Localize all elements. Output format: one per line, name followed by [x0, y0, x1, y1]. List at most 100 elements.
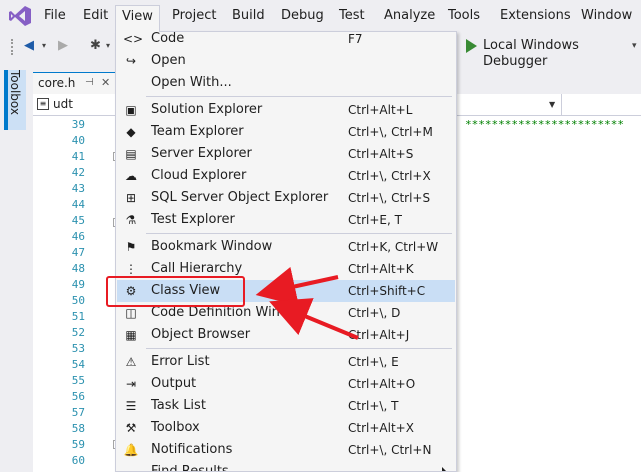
- task-list-icon: ☰: [125, 399, 137, 413]
- menu-item-label: SQL Server Object Explorer: [151, 190, 329, 205]
- menu-extensions[interactable]: Extensions: [500, 7, 571, 27]
- menu-item-sql-server-object-explorer[interactable]: ⊞ SQL Server Object Explorer Ctrl+\, Ctrl+…: [117, 187, 455, 209]
- line-number: 59: [71, 438, 85, 451]
- menu-item-open-with[interactable]: Open With...: [117, 72, 455, 94]
- scope-dropdown[interactable]: udt: [53, 97, 73, 111]
- line-number: 48: [71, 262, 85, 275]
- menu-item-output[interactable]: ⇥ Output Ctrl+Alt+O: [117, 373, 455, 395]
- comment-banner: ************************: [465, 118, 624, 131]
- debugger-dropdown-icon[interactable]: ▾: [632, 41, 637, 51]
- document-tab-label[interactable]: core.h: [38, 76, 75, 90]
- menu-item-shortcut: Ctrl+\, T: [348, 399, 399, 413]
- menu-bar: File Edit View Project Build Debug Test …: [0, 0, 641, 32]
- menu-item-label: Open With...: [151, 75, 232, 90]
- back-dropdown-icon[interactable]: ▾: [42, 37, 46, 55]
- new-item-dropdown-icon[interactable]: ▾: [106, 37, 110, 55]
- object-browser-icon: ▦: [125, 328, 137, 342]
- line-number: 46: [71, 230, 85, 243]
- line-number: 57: [71, 406, 85, 419]
- line-number: 56: [71, 390, 85, 403]
- menu-item-shortcut: Ctrl+Alt+S: [348, 147, 414, 161]
- line-number: 50: [71, 294, 85, 307]
- menu-item-shortcut: Ctrl+Alt+L: [348, 103, 413, 117]
- menu-item-label: Cloud Explorer: [151, 168, 247, 183]
- view-menu-dropdown: <> Code F7 ↪ Open Open With... ▣ Solution Explo…: [115, 31, 457, 472]
- back-icon[interactable]: ◀: [24, 37, 34, 55]
- menu-item-solution-explorer[interactable]: ▣ Solution Explorer Ctrl+Alt+L: [117, 99, 455, 121]
- menu-view[interactable]: View: [115, 5, 160, 32]
- menu-item-cloud-explorer[interactable]: ☁ Cloud Explorer Ctrl+\, Ctrl+X: [117, 165, 455, 187]
- close-icon[interactable]: ✕: [101, 76, 110, 89]
- menu-separator: [146, 348, 452, 349]
- menu-analyze[interactable]: Analyze: [384, 7, 435, 27]
- line-number: 47: [71, 246, 85, 259]
- line-number: 51: [71, 310, 85, 323]
- start-debugging-button[interactable]: Local Windows Debugger: [483, 38, 641, 70]
- menu-item-label: Code Definition Window: [151, 305, 307, 320]
- menu-item-shortcut: Ctrl+\, D: [348, 306, 401, 320]
- line-number: 44: [71, 198, 85, 211]
- menu-item-label: Toolbox: [151, 420, 200, 435]
- test-explorer-icon: ⚗: [125, 213, 137, 227]
- line-number: 58: [71, 422, 85, 435]
- code-definition-icon: ◫: [125, 306, 137, 320]
- menu-item-label: Bookmark Window: [151, 239, 273, 254]
- menu-item-find-results[interactable]: Find Results: [117, 461, 455, 471]
- menu-item-shortcut: Ctrl+K, Ctrl+W: [348, 240, 439, 254]
- pin-icon[interactable]: ⊣: [85, 77, 94, 88]
- menu-item-team-explorer[interactable]: ◆ Team Explorer Ctrl+\, Ctrl+M: [117, 121, 455, 143]
- menu-item-server-explorer[interactable]: ▤ Server Explorer Ctrl+Alt+S: [117, 143, 455, 165]
- menu-edit[interactable]: Edit: [83, 7, 108, 27]
- menu-item-shortcut: F7: [348, 32, 363, 46]
- menu-item-test-explorer[interactable]: ⚗ Test Explorer Ctrl+E, T: [117, 209, 455, 231]
- new-item-icon[interactable]: ✱: [90, 37, 101, 55]
- menu-item-shortcut: Ctrl+\, E: [348, 355, 399, 369]
- menu-tools[interactable]: Tools: [448, 7, 480, 27]
- menu-item-shortcut: Ctrl+\, Ctrl+N: [348, 443, 432, 457]
- menu-item-label: Call Hierarchy: [151, 261, 243, 276]
- menu-item-object-browser[interactable]: ▦ Object Browser Ctrl+Alt+J: [117, 324, 455, 346]
- bookmark-icon: ⚑: [125, 240, 137, 254]
- visual-studio-logo-icon[interactable]: [8, 5, 32, 27]
- menu-item-label: Output: [151, 376, 197, 391]
- submenu-arrow-icon: [442, 467, 446, 471]
- document-tab[interactable]: core.h ⊣ ✕: [33, 72, 118, 94]
- menu-item-code[interactable]: <> Code F7: [117, 32, 455, 50]
- forward-icon[interactable]: ▶: [58, 37, 68, 55]
- menu-item-open[interactable]: ↪ Open: [117, 50, 455, 72]
- menu-item-task-list[interactable]: ☰ Task List Ctrl+\, T: [117, 395, 455, 417]
- menu-debug[interactable]: Debug: [281, 7, 324, 27]
- menu-item-shortcut: Ctrl+\, Ctrl+X: [348, 169, 431, 183]
- menu-item-label: Task List: [151, 398, 206, 413]
- menu-item-toolbox[interactable]: ⚒ Toolbox Ctrl+Alt+X: [117, 417, 455, 439]
- menu-item-shortcut: Ctrl+Alt+O: [348, 377, 416, 391]
- toolbox-tab-label[interactable]: Toolbox: [8, 70, 22, 115]
- menu-item-shortcut: Ctrl+\, Ctrl+S: [348, 191, 431, 205]
- error-list-icon: ⚠: [125, 355, 137, 369]
- menu-item-shortcut: Ctrl+\, Ctrl+M: [348, 125, 433, 139]
- menu-test[interactable]: Test: [339, 7, 365, 27]
- menu-item-bookmark-window[interactable]: ⚑ Bookmark Window Ctrl+K, Ctrl+W: [117, 236, 455, 258]
- menu-file[interactable]: File: [44, 7, 66, 27]
- menu-window[interactable]: Window: [581, 7, 632, 27]
- line-number: 40: [71, 134, 85, 147]
- scope-dropdown-arrow-icon[interactable]: ▼: [549, 100, 555, 109]
- menu-item-label: Test Explorer: [151, 212, 235, 227]
- menu-item-shortcut: Ctrl+E, T: [348, 213, 402, 227]
- menu-item-error-list[interactable]: ⚠ Error List Ctrl+\, E: [117, 351, 455, 373]
- menu-item-label: Error List: [151, 354, 210, 369]
- line-number: 52: [71, 326, 85, 339]
- toolbar-grip[interactable]: [11, 39, 15, 55]
- menu-item-notifications[interactable]: 🔔 Notifications Ctrl+\, Ctrl+N: [117, 439, 455, 461]
- menu-item-label: Server Explorer: [151, 146, 252, 161]
- menu-build[interactable]: Build: [232, 7, 265, 27]
- menu-project[interactable]: Project: [172, 7, 216, 27]
- line-number-gutter: 39 40 41 42 43 44 45 46 47 48 49 50 51 52 53 54 55 56 57 58…: [33, 116, 93, 472]
- menu-item-shortcut: Ctrl+Alt+J: [348, 328, 410, 342]
- menu-item-shortcut: Ctrl+Shift+C: [348, 284, 426, 298]
- start-debugging-icon[interactable]: [466, 39, 477, 53]
- code-icon: <>: [123, 32, 144, 46]
- line-number: 42: [71, 166, 85, 179]
- toolbox-icon: ⚒: [125, 421, 137, 435]
- nav-separator: [561, 94, 562, 116]
